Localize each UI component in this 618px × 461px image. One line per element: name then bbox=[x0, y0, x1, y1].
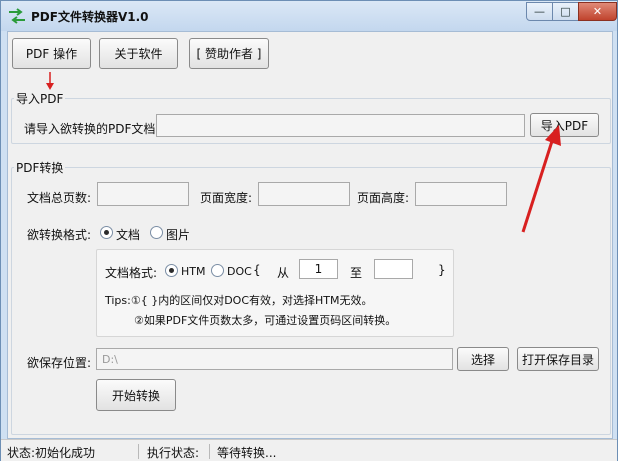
annotation-arrow-to-import bbox=[521, 125, 561, 233]
annotation-arrow-down bbox=[46, 72, 54, 90]
annotation-arrows bbox=[46, 72, 561, 233]
